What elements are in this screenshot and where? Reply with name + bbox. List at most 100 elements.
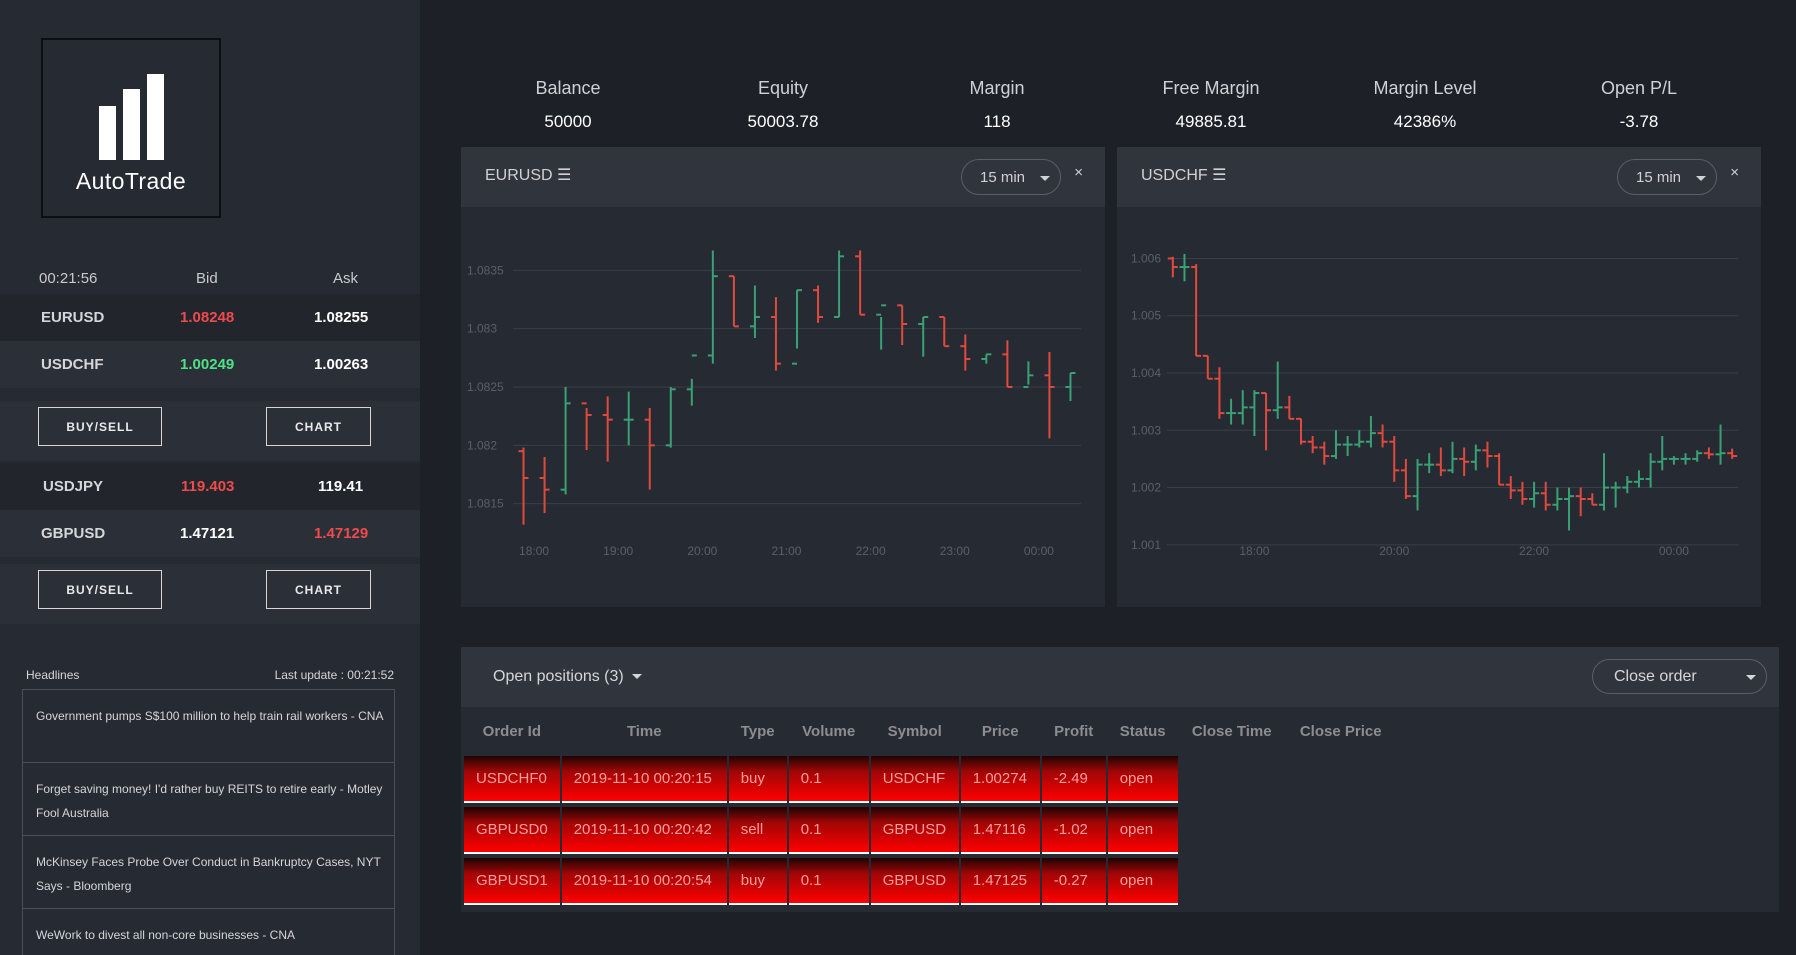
ohlc-bar xyxy=(1272,361,1283,419)
order-symbol: GBPUSD xyxy=(870,807,959,854)
chart-symbol-menu[interactable]: USDCHF ☰ xyxy=(1141,165,1226,185)
order-type: buy xyxy=(728,858,787,905)
timeframe-select[interactable]: 15 min xyxy=(961,159,1061,195)
ohlc-bar xyxy=(1552,487,1563,511)
timeframe-value: 15 min xyxy=(1636,169,1682,186)
table-row[interactable]: GBPUSD1 2019-11-10 00:20:54 buy 0.1 GBPU… xyxy=(464,858,1396,905)
table-row[interactable]: GBPUSD0 2019-11-10 00:20:42 sell 0.1 GBP… xyxy=(464,807,1396,854)
positions-filter-dropdown[interactable]: Open positions (3) xyxy=(493,668,642,686)
chart-button[interactable]: CHART xyxy=(266,570,371,609)
ohlc-chart-eurusd[interactable]: 1.0835 1.083 1.0825 1.082 1.0815 18:00 19:00 20… xyxy=(461,207,1105,607)
quote-row-gbpusd[interactable]: GBPUSD 1.47121 1.47129 xyxy=(0,510,420,557)
news-list: Government pumps S$100 million to help t… xyxy=(22,689,395,955)
y-tick-label: 1.0815 xyxy=(467,497,504,511)
column-header[interactable]: Close Time xyxy=(1179,711,1284,752)
ohlc-bar xyxy=(1610,481,1621,508)
buy-sell-button[interactable]: BUY/SELL xyxy=(38,570,162,609)
column-header[interactable]: Time xyxy=(561,711,727,752)
ohlc-bar xyxy=(1412,458,1423,511)
quote-row-eurusd[interactable]: EURUSD 1.08248 1.08255 xyxy=(0,294,420,341)
order-symbol: USDCHF xyxy=(870,756,959,803)
x-tick-label: 18:00 xyxy=(1239,544,1269,558)
stat-equity: Equity 50003.78 xyxy=(693,78,873,132)
ohlc-bar xyxy=(1622,476,1633,494)
order-volume: 0.1 xyxy=(788,807,869,854)
stat-value: 42386% xyxy=(1393,112,1457,131)
positions-filter-label: Open positions (3) xyxy=(493,668,624,685)
order-id: USDCHF0 xyxy=(464,756,560,803)
ohlc-bar xyxy=(1447,441,1458,474)
y-tick-label: 1.003 xyxy=(1131,423,1161,437)
y-tick-label: 1.005 xyxy=(1131,309,1161,323)
chart-button[interactable]: CHART xyxy=(266,407,371,446)
column-header[interactable]: Status xyxy=(1107,711,1178,752)
x-tick-label: 00:00 xyxy=(1659,544,1689,558)
quote-row-usdjpy[interactable]: USDJPY 119.403 119.41 xyxy=(0,463,420,510)
ohlc-bar xyxy=(792,289,802,365)
ohlc-bar xyxy=(855,250,866,316)
ohlc-bar xyxy=(960,334,971,371)
order-price: 1.00274 xyxy=(960,756,1040,803)
timeframe-select[interactable]: 15 min xyxy=(1617,159,1717,195)
stat-free-margin: Free Margin 49885.81 xyxy=(1121,78,1301,132)
x-tick-label: 22:00 xyxy=(1519,544,1549,558)
ohlc-bar xyxy=(1284,395,1295,420)
order-type: buy xyxy=(728,756,787,803)
ohlc-bar xyxy=(1680,453,1691,465)
ohlc-chart-usdchf[interactable]: 1.006 1.005 1.004 1.003 1.002 1.001 18:00 20:00… xyxy=(1117,207,1761,607)
chart-symbol-menu[interactable]: EURUSD ☰ xyxy=(485,165,571,185)
ohlc-bar xyxy=(1517,481,1528,505)
ohlc-bar xyxy=(749,285,760,338)
column-header[interactable]: Volume xyxy=(788,711,869,752)
ohlc-bar xyxy=(623,391,634,446)
quote-row-usdchf[interactable]: USDCHF 1.00249 1.00263 xyxy=(0,341,420,388)
column-header[interactable]: Type xyxy=(728,711,787,752)
stat-balance: Balance 50000 xyxy=(478,78,658,132)
ohlc-bar xyxy=(1342,436,1353,457)
x-tick-label: 21:00 xyxy=(771,544,801,558)
chevron-down-icon xyxy=(631,674,642,680)
table-row[interactable]: USDCHF0 2019-11-10 00:20:15 buy 0.1 USDC… xyxy=(464,756,1396,803)
column-header[interactable]: Price xyxy=(960,711,1040,752)
ohlc-bar xyxy=(1494,453,1505,486)
orders-panel: Open positions (3) Close order Order Id … xyxy=(461,647,1779,912)
buy-sell-button[interactable]: BUY/SELL xyxy=(38,407,162,446)
ohlc-bar xyxy=(1435,447,1446,477)
ohlc-bar xyxy=(770,297,781,371)
close-order-select[interactable]: Close order xyxy=(1592,659,1767,694)
quote-ask: 1.00263 xyxy=(314,356,369,373)
quote-actions-1: BUY/SELL CHART xyxy=(0,401,420,461)
news-item[interactable]: Government pumps S$100 million to help t… xyxy=(23,690,394,763)
ohlc-bar xyxy=(813,285,824,323)
news-last-update: Last update : 00:21:52 xyxy=(274,668,394,682)
column-header[interactable]: Order Id xyxy=(464,711,560,752)
chart-panel-eurusd: EURUSD ☰ 15 min × 1.0835 1.083 1.0825 1.082… xyxy=(461,147,1105,607)
order-status: open xyxy=(1107,807,1178,854)
close-chart-icon[interactable]: × xyxy=(1730,164,1739,181)
column-header[interactable]: Close Price xyxy=(1285,711,1396,752)
stat-label: Margin Level xyxy=(1373,78,1477,98)
ask-column-header: Ask xyxy=(333,270,359,287)
news-item[interactable]: Forget saving money! I'd rather buy REIT… xyxy=(23,763,394,836)
ohlc-bar xyxy=(1167,256,1178,278)
ohlc-bar xyxy=(1633,470,1644,488)
ohlc-bar xyxy=(1587,493,1598,506)
news-item[interactable]: McKinsey Faces Probe Over Conduct in Ban… xyxy=(23,836,394,909)
stat-label: Open P/L xyxy=(1600,78,1678,98)
ohlc-bar xyxy=(581,402,592,450)
stat-value: 118 xyxy=(983,112,1011,131)
column-header[interactable]: Profit xyxy=(1041,711,1106,752)
ohlc-bar xyxy=(1400,458,1411,499)
ohlc-bar xyxy=(981,353,992,364)
ohlc-bar xyxy=(1296,417,1307,445)
stat-margin-level: Margin Level 42386% xyxy=(1335,78,1515,132)
column-header[interactable]: Symbol xyxy=(870,711,959,752)
chevron-down-icon xyxy=(1040,176,1050,181)
news-item[interactable]: WeWork to divest all non-core businesses… xyxy=(23,909,394,955)
quote-ask: 119.41 xyxy=(318,478,364,495)
close-chart-icon[interactable]: × xyxy=(1074,164,1083,181)
ohlc-bar xyxy=(1692,450,1703,462)
ohlc-bar xyxy=(1002,340,1013,388)
stat-value: 50003.78 xyxy=(747,112,819,131)
ohlc-bar xyxy=(1044,352,1055,439)
